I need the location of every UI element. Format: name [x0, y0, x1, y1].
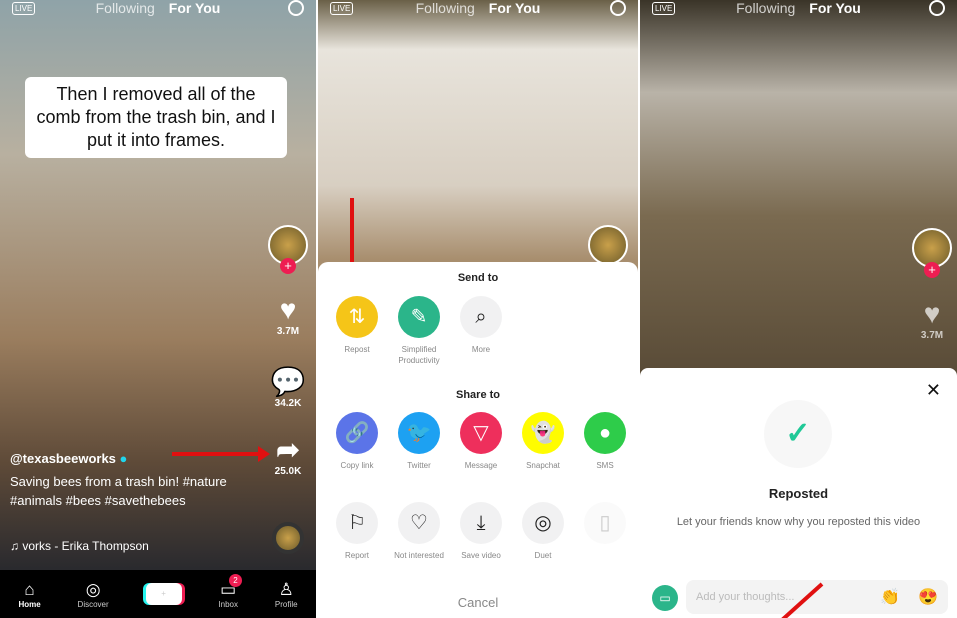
- download-icon: ⤓: [460, 502, 502, 544]
- duet-icon: ◎: [522, 502, 564, 544]
- comment-icon: 💬: [270, 366, 306, 397]
- share-count: 25.0K: [274, 466, 302, 477]
- dialog-title: Reposted: [768, 486, 829, 501]
- feed-tabs: Following For You: [640, 0, 957, 22]
- annotation-arrow: [172, 446, 270, 462]
- follow-plus-icon[interactable]: +: [924, 262, 940, 278]
- share-to-heading: Share to: [455, 389, 500, 401]
- search-icon[interactable]: [288, 0, 304, 16]
- inbox-badge: 2: [229, 573, 242, 587]
- tab-following[interactable]: Following: [736, 0, 795, 22]
- comment-count: 34.2K: [274, 398, 302, 409]
- share-button[interactable]: ➦ 25.0K: [268, 434, 308, 477]
- music-note-icon: ♫: [10, 539, 23, 553]
- like-count: 3.7M: [920, 330, 944, 341]
- music-disc[interactable]: [272, 522, 304, 554]
- report-button[interactable]: ⚐ Report: [326, 502, 388, 561]
- nav-home[interactable]: ⌂ Home: [18, 580, 40, 609]
- message-icon: ▽: [460, 412, 502, 454]
- duet-button[interactable]: ◎ Duet: [512, 502, 574, 561]
- reposted-dialog: ✕ ✓ Reposted Let your friends know why y…: [640, 368, 957, 618]
- tab-for-you[interactable]: For You: [489, 0, 541, 22]
- reposted-screen: LIVE Following For You + ♥ 3.7M ✕ ✓ Repos…: [640, 0, 957, 618]
- bottom-nav: ⌂ Home ◎ Discover + ▭ 2 Inbox ♙ Profile: [0, 570, 316, 618]
- more-button[interactable]: ⌕ More: [450, 296, 512, 366]
- stitch-icon: ▯: [584, 502, 626, 544]
- not-interested-button[interactable]: ♡ Not interested: [388, 502, 450, 561]
- like-button[interactable]: ♥ 3.7M: [268, 294, 308, 337]
- like-button[interactable]: ♥ 3.7M: [912, 298, 952, 341]
- share-screen: LIVE Following For You Send to ⇅ Repost ✎…: [318, 0, 638, 618]
- creator-avatar[interactable]: [588, 225, 628, 265]
- verified-icon: ●: [119, 451, 128, 466]
- search-icon[interactable]: [929, 0, 945, 16]
- broken-heart-icon: ♡: [398, 502, 440, 544]
- repost-button[interactable]: ⇅ Repost: [326, 296, 388, 366]
- creator-username[interactable]: @texasbeeworks ●: [10, 451, 127, 466]
- twitter-icon: 🐦: [398, 412, 440, 454]
- feed-screen: LIVE Following For You Then I removed al…: [0, 0, 316, 618]
- music-info[interactable]: ♫ vorks - Erika Thompson: [10, 539, 149, 553]
- search-icon[interactable]: [610, 0, 626, 16]
- actions-row: ⚐ Report ♡ Not interested ⤓ Save video ◎ Due…: [326, 502, 638, 561]
- sms-button[interactable]: ● SMS: [574, 412, 636, 471]
- home-icon: ⌂: [24, 579, 35, 599]
- tab-for-you[interactable]: For You: [809, 0, 861, 22]
- save-video-button[interactable]: ⤓ Save video: [450, 502, 512, 561]
- follow-plus-icon[interactable]: +: [280, 258, 296, 274]
- link-icon: 🔗: [336, 412, 378, 454]
- close-icon[interactable]: ✕: [926, 380, 941, 401]
- like-count: 3.7M: [276, 326, 300, 337]
- snapchat-icon: 👻: [522, 412, 564, 454]
- notepad-icon: ✎: [398, 296, 440, 338]
- comment-button[interactable]: 💬 34.2K: [268, 366, 308, 409]
- heart-icon: ♥: [923, 298, 941, 329]
- send-to-heading: Send to: [457, 272, 499, 284]
- stitch-button[interactable]: ▯: [574, 502, 636, 561]
- video-description: Saving bees from a trash bin! #nature #a…: [10, 474, 227, 508]
- copy-link-button[interactable]: 🔗 Copy link: [326, 412, 388, 471]
- search-icon: ⌕: [460, 296, 502, 338]
- notepad-icon: ▭: [652, 585, 678, 611]
- clap-emoji-icon[interactable]: 👏: [880, 587, 900, 607]
- feed-tabs: Following For You: [0, 0, 316, 22]
- tab-for-you[interactable]: For You: [169, 0, 221, 22]
- message-button[interactable]: ▽ Message: [450, 412, 512, 471]
- snapchat-button[interactable]: 👻 Snapchat: [512, 412, 574, 471]
- nav-profile[interactable]: ♙ Profile: [275, 580, 298, 609]
- cancel-button[interactable]: Cancel: [318, 595, 638, 610]
- tab-following[interactable]: Following: [416, 0, 475, 22]
- repost-icon: ⇅: [336, 296, 378, 338]
- share-arrow-icon: ➦: [276, 434, 300, 465]
- plus-icon: +: [161, 589, 166, 598]
- thoughts-placeholder: Add your thoughts...: [696, 591, 795, 603]
- compass-icon: ◎: [85, 579, 101, 599]
- video-caption-overlay: Then I removed all of the comb from the …: [25, 77, 287, 158]
- nav-discover[interactable]: ◎ Discover: [78, 580, 109, 609]
- send-to-row: ⇅ Repost ✎ Simplified Productivity ⌕ More: [326, 296, 638, 366]
- twitter-button[interactable]: 🐦 Twitter: [388, 412, 450, 471]
- feed-tabs: Following For You: [318, 0, 638, 22]
- person-icon: ♙: [278, 579, 294, 599]
- tab-following[interactable]: Following: [96, 0, 155, 22]
- flag-icon: ⚐: [336, 502, 378, 544]
- heart-icon: ♥: [279, 294, 297, 325]
- heart-eyes-emoji-icon[interactable]: 😍: [918, 587, 938, 607]
- simplified-productivity-button[interactable]: ✎ Simplified Productivity: [388, 296, 450, 366]
- share-to-row: 🔗 Copy link 🐦 Twitter ▽ Message 👻 Snapchat ●…: [326, 412, 638, 471]
- checkmark-icon: ✓: [764, 400, 832, 468]
- nav-inbox[interactable]: ▭ 2 Inbox: [218, 573, 242, 609]
- sms-icon: ●: [584, 412, 626, 454]
- create-button[interactable]: +: [145, 583, 182, 605]
- share-sheet: Send to ⇅ Repost ✎ Simplified Productivity…: [318, 262, 638, 618]
- dialog-subtitle: Let your friends know why you reposted t…: [676, 516, 921, 528]
